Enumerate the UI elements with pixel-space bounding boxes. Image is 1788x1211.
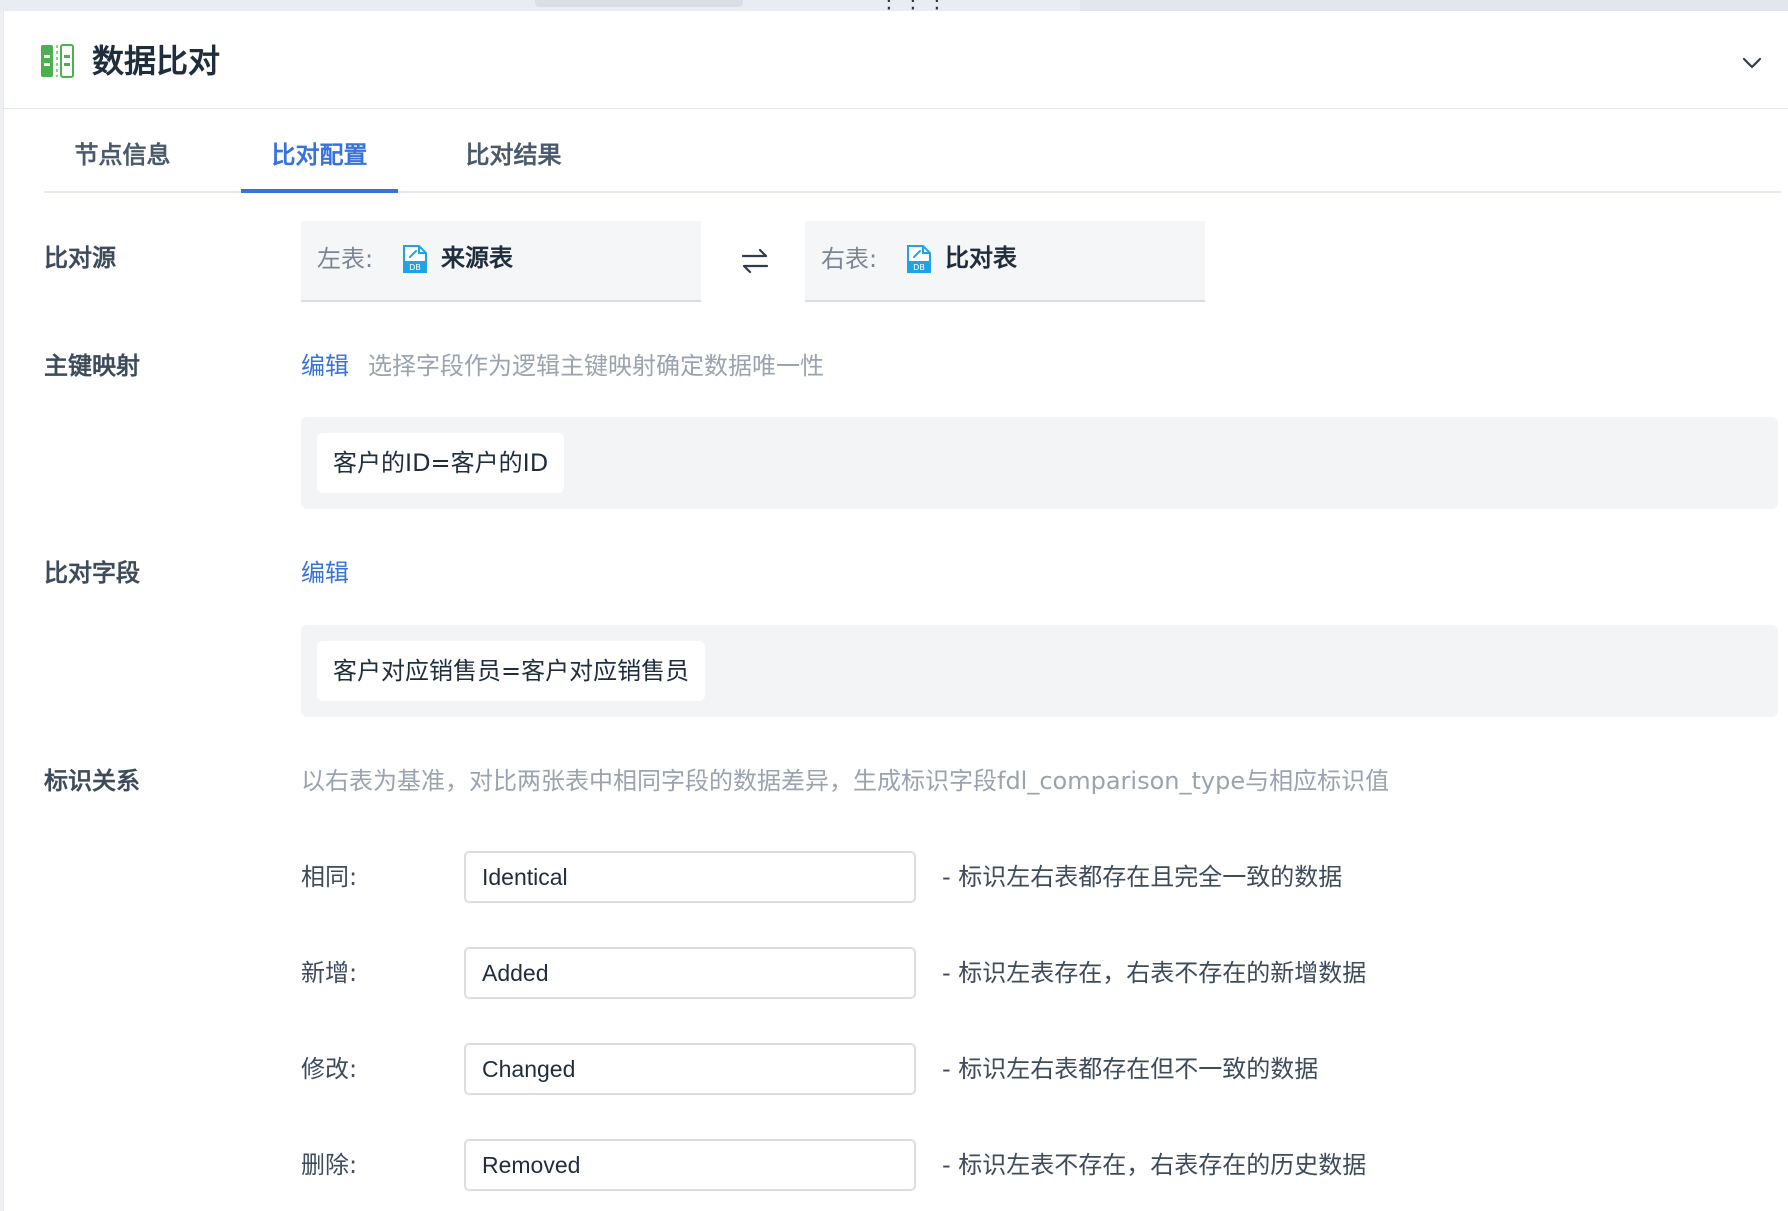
removed-input[interactable]: Removed [464,1139,916,1191]
swap-icon[interactable] [740,247,770,275]
changed-label: 修改: [301,1055,358,1083]
right-table-value: 比对表 [945,244,1017,272]
compare-fields-label: 比对字段 [44,559,140,587]
left-table-select[interactable]: 左表: DB 来源表 [301,221,701,302]
primary-key-mapping-chip: 客户的ID=客户的ID [317,433,565,493]
chevron-down-icon[interactable] [1740,51,1764,75]
added-label: 新增: [301,959,358,987]
right-table-key: 右表: [821,245,878,273]
removed-desc: - 标识左表不存在，右表存在的历史数据 [942,1151,1367,1179]
compare-fields-mapping-box: 客户对应销售员=客户对应销售员 [301,625,1778,717]
frame-bar-segment [1080,0,1788,11]
db-table-icon: DB [907,245,931,273]
frame-tab-indicator [535,0,743,7]
primary-key-mapping-box: 客户的ID=客户的ID [301,417,1778,509]
right-table-select[interactable]: 右表: DB 比对表 [805,221,1205,302]
svg-text:DB: DB [409,263,421,272]
active-tab-underline [241,189,398,193]
identical-desc: - 标识左右表都存在且完全一致的数据 [942,863,1343,891]
added-input[interactable]: Added [464,947,916,999]
tab-compare-config[interactable]: 比对配置 [241,109,398,193]
changed-desc: - 标识左右表都存在但不一致的数据 [942,1055,1319,1083]
added-desc: - 标识左表存在，右表不存在的新增数据 [942,959,1367,987]
compare-field-mapping-chip: 客户对应销售员=客户对应销售员 [317,641,706,701]
primary-key-hint: 选择字段作为逻辑主键映射确定数据唯一性 [368,352,824,380]
panel-header: 数据比对 [4,11,1788,109]
source-label: 比对源 [44,244,116,272]
svg-text:DB: DB [913,263,925,272]
changed-input[interactable]: Changed [464,1043,916,1095]
tab-node-info[interactable]: 节点信息 [44,109,201,191]
identical-input[interactable]: Identical [464,851,916,903]
data-compare-panel: 数据比对 节点信息 比对配置 比对结果 比对源 左表: DB 来源表 右表: D… [3,11,1788,1211]
identify-hint: 以右表为基准，对比两张表中相同字段的数据差异，生成标识字段fdl_compari… [301,767,1390,795]
identical-label: 相同: [301,863,358,891]
left-table-value: 来源表 [441,244,513,272]
tab-compare-result[interactable]: 比对结果 [435,109,592,191]
compare-fields-edit-link[interactable]: 编辑 [301,558,349,588]
tab-compare-config-label: 比对配置 [271,141,368,169]
primary-key-label: 主键映射 [44,352,140,380]
removed-label: 删除: [301,1151,358,1179]
data-compare-icon [41,44,74,78]
primary-key-edit-link[interactable]: 编辑 [301,351,349,381]
tab-bar: 节点信息 比对配置 比对结果 [44,109,1781,193]
db-table-icon: DB [403,245,427,273]
left-table-key: 左表: [317,245,374,273]
panel-title: 数据比对 [92,42,221,80]
identify-label: 标识关系 [44,767,140,795]
